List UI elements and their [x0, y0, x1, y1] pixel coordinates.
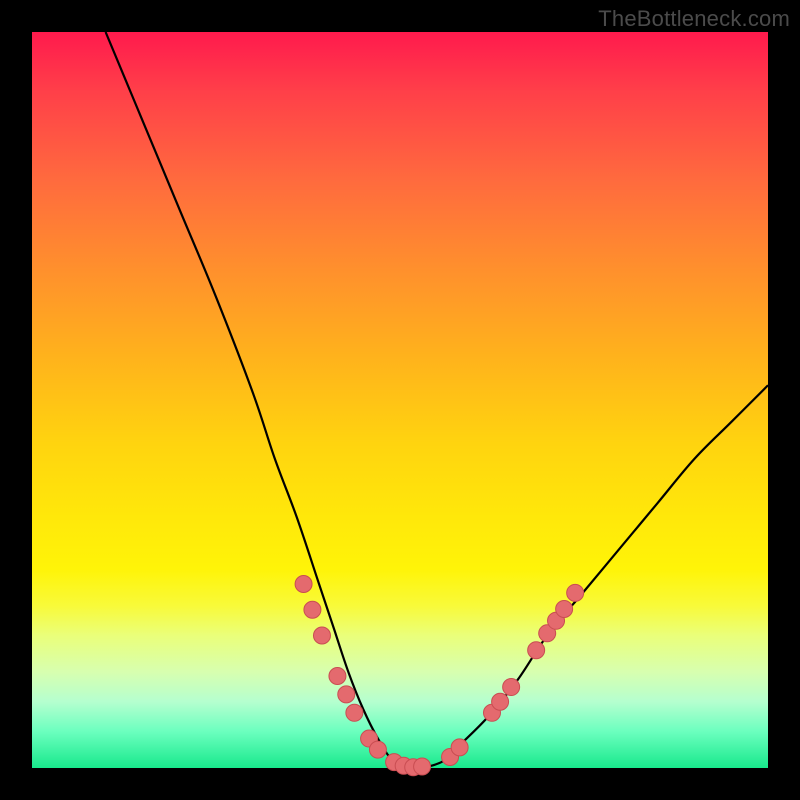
- chart-marker: [528, 642, 545, 659]
- chart-marker: [295, 576, 312, 593]
- bottleneck-curve: [106, 32, 768, 769]
- watermark-text: TheBottleneck.com: [598, 6, 790, 32]
- chart-marker: [304, 601, 321, 618]
- chart-marker: [313, 627, 330, 644]
- chart-frame: TheBottleneck.com: [0, 0, 800, 800]
- chart-marker: [492, 693, 509, 710]
- chart-marker: [567, 584, 584, 601]
- chart-marker: [451, 739, 468, 756]
- chart-markers: [295, 576, 584, 776]
- chart-marker: [369, 741, 386, 758]
- chart-marker: [414, 758, 431, 775]
- chart-svg: [32, 32, 768, 768]
- chart-marker: [556, 601, 573, 618]
- chart-marker: [329, 668, 346, 685]
- chart-marker: [503, 679, 520, 696]
- chart-plot-area: [32, 32, 768, 768]
- chart-marker: [346, 704, 363, 721]
- chart-marker: [338, 686, 355, 703]
